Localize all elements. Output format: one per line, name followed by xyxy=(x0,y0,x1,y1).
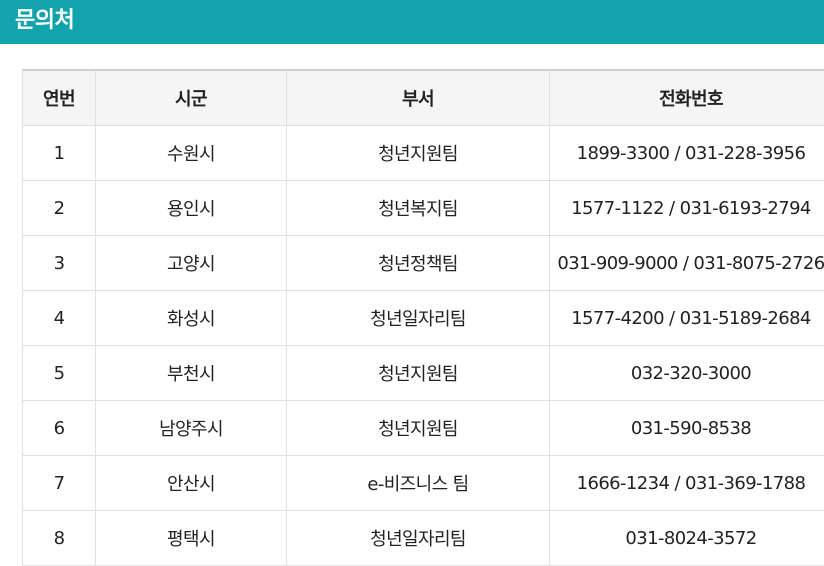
row-city: 남양주시 xyxy=(96,401,287,456)
row-phone: 1899-3300 / 031-228-3956 xyxy=(550,126,824,181)
row-number: 6 xyxy=(23,401,96,456)
row-phone: 032-320-3000 xyxy=(550,346,824,401)
row-city: 화성시 xyxy=(96,291,287,346)
table-row: 8 평택시 청년일자리팀 031-8024-3572 xyxy=(23,511,824,566)
row-city: 용인시 xyxy=(96,181,287,236)
row-phone: 031-590-8538 xyxy=(550,401,824,456)
row-city: 고양시 xyxy=(96,236,287,291)
row-number: 3 xyxy=(23,236,96,291)
row-department: 청년일자리팀 xyxy=(287,291,550,346)
column-header-phone: 전화번호 xyxy=(550,70,824,126)
table-row: 3 고양시 청년정책팀 031-909-9000 / 031-8075-2726 xyxy=(23,236,824,291)
row-phone: 031-8024-3572 xyxy=(550,511,824,566)
row-phone: 1577-4200 / 031-5189-2684 xyxy=(550,291,824,346)
section-header: 문의처 xyxy=(0,0,824,44)
row-department: 청년지원팀 xyxy=(287,401,550,456)
row-city: 안산시 xyxy=(96,456,287,511)
row-department: 청년일자리팀 xyxy=(287,511,550,566)
row-number: 1 xyxy=(23,126,96,181)
table-row: 2 용인시 청년복지팀 1577-1122 / 031-6193-2794 xyxy=(23,181,824,236)
contact-table: 연번 시군 부서 전화번호 1 수원시 청년지원팀 1899-3300 / 03… xyxy=(22,69,824,566)
row-department: 청년정책팀 xyxy=(287,236,550,291)
row-number: 7 xyxy=(23,456,96,511)
row-number: 5 xyxy=(23,346,96,401)
row-department: 청년복지팀 xyxy=(287,181,550,236)
row-city: 수원시 xyxy=(96,126,287,181)
row-phone: 1577-1122 / 031-6193-2794 xyxy=(550,181,824,236)
table-row: 1 수원시 청년지원팀 1899-3300 / 031-228-3956 xyxy=(23,126,824,181)
table-row: 7 안산시 e-비즈니스 팀 1666-1234 / 031-369-1788 xyxy=(23,456,824,511)
column-header-number: 연번 xyxy=(23,70,96,126)
row-phone: 031-909-9000 / 031-8075-2726 xyxy=(550,236,824,291)
row-number: 8 xyxy=(23,511,96,566)
table-row: 4 화성시 청년일자리팀 1577-4200 / 031-5189-2684 xyxy=(23,291,824,346)
table-row: 5 부천시 청년지원팀 032-320-3000 xyxy=(23,346,824,401)
row-number: 4 xyxy=(23,291,96,346)
section-title: 문의처 xyxy=(15,6,74,36)
row-department: e-비즈니스 팀 xyxy=(287,456,550,511)
row-department: 청년지원팀 xyxy=(287,346,550,401)
column-header-city: 시군 xyxy=(96,70,287,126)
row-city: 평택시 xyxy=(96,511,287,566)
column-header-department: 부서 xyxy=(287,70,550,126)
row-number: 2 xyxy=(23,181,96,236)
table-header-row: 연번 시군 부서 전화번호 xyxy=(23,70,824,126)
row-department: 청년지원팀 xyxy=(287,126,550,181)
row-city: 부천시 xyxy=(96,346,287,401)
table-row: 6 남양주시 청년지원팀 031-590-8538 xyxy=(23,401,824,456)
row-phone: 1666-1234 / 031-369-1788 xyxy=(550,456,824,511)
